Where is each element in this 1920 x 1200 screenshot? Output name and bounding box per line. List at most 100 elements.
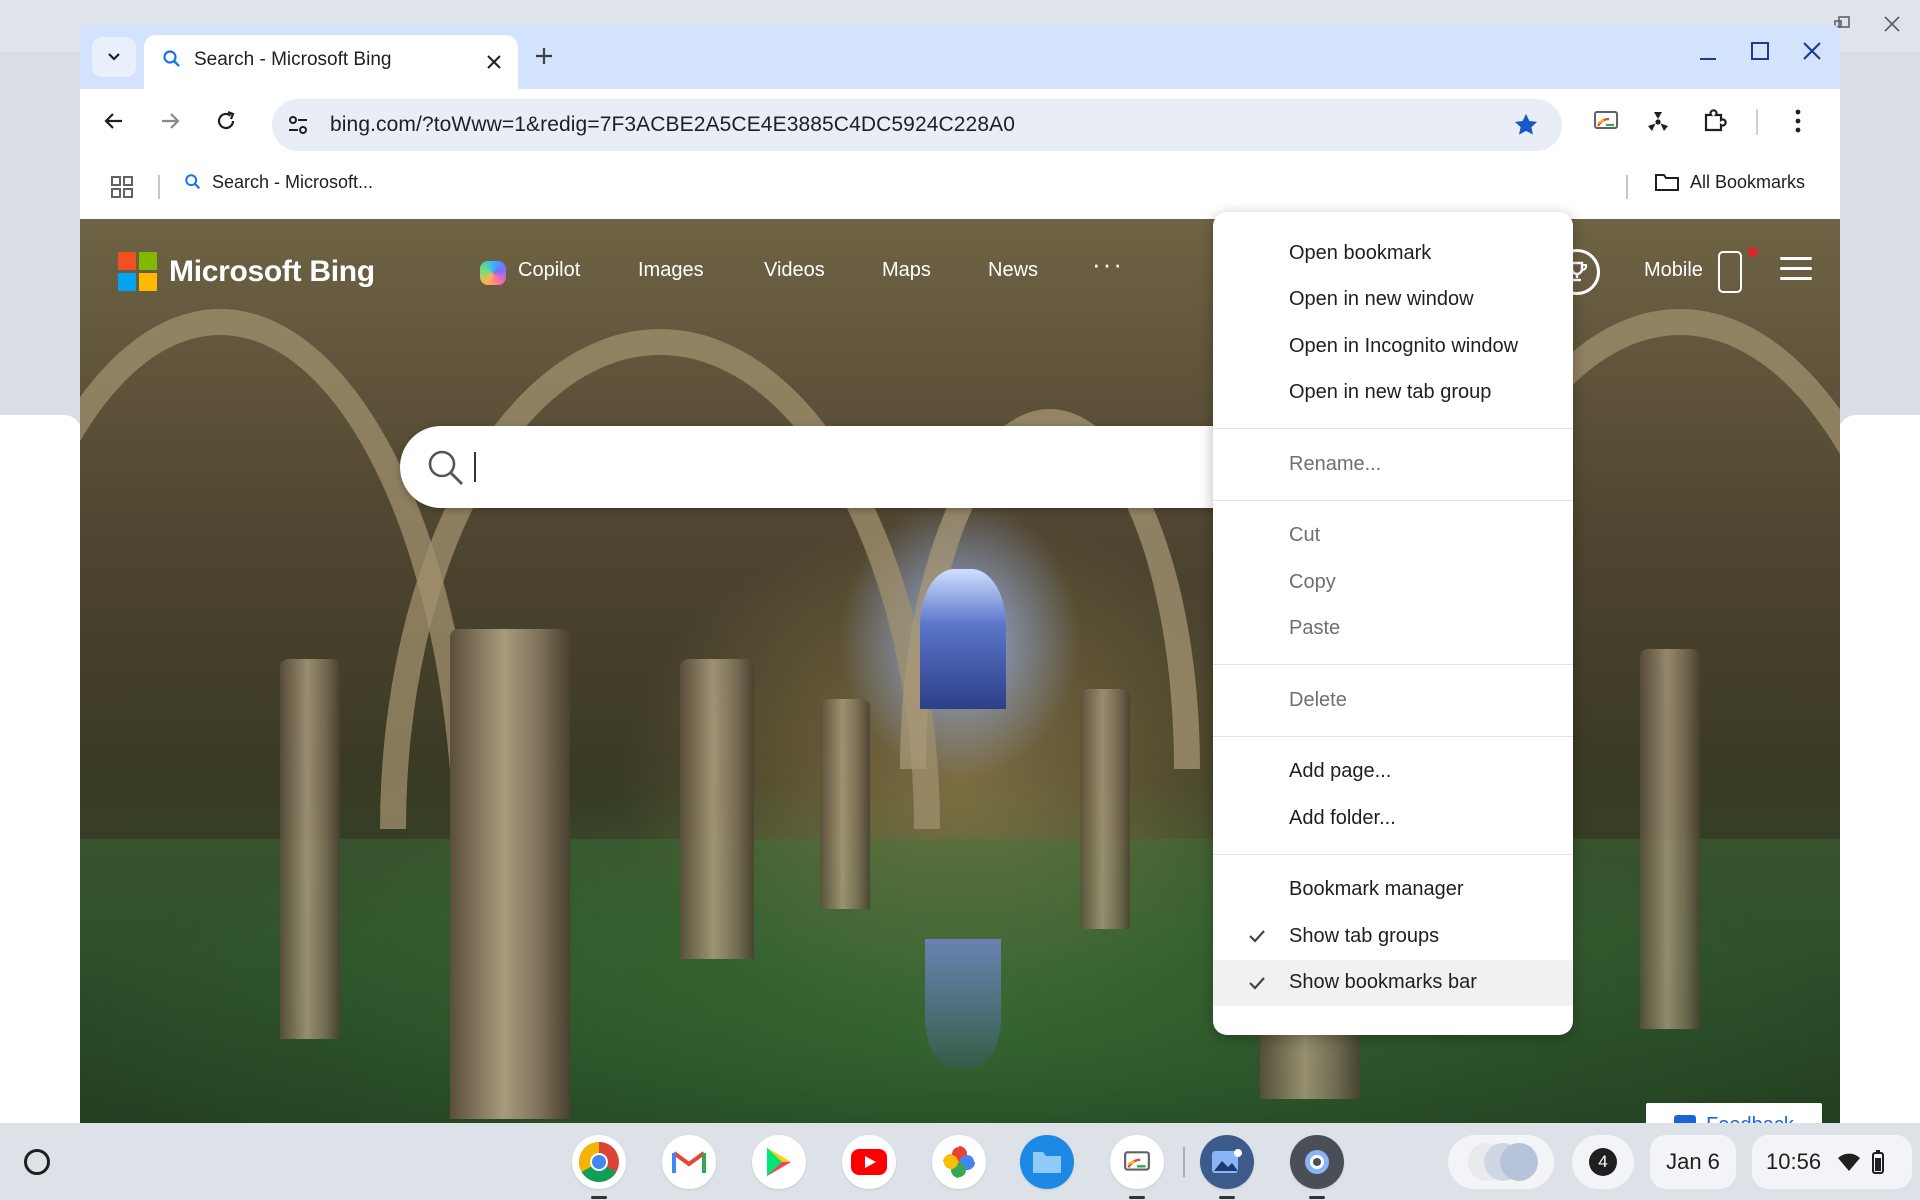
shelf-app-gallery[interactable] <box>1200 1135 1254 1199</box>
nav-more[interactable]: ··· <box>1092 249 1124 280</box>
screen-share-icon <box>1594 111 1618 129</box>
gallery-icon <box>1212 1149 1242 1173</box>
menu-divider <box>1213 664 1573 665</box>
menu-item-rename[interactable]: Rename... <box>1213 441 1573 488</box>
notification-dot <box>1748 247 1758 257</box>
all-bookmarks-button[interactable]: All Bookmarks <box>1654 172 1805 193</box>
background-pillar <box>680 659 754 959</box>
search-icon <box>428 450 463 485</box>
background-window-light <box>920 569 1006 709</box>
page-content: Microsoft Bing Copilot Images Videos Map… <box>80 219 1840 1123</box>
shelf-app-play-store[interactable] <box>752 1135 806 1189</box>
bookmarks-bar: Search - Microsoft... All Bookmarks <box>80 153 1840 219</box>
menu-item-delete[interactable]: Delete <box>1213 677 1573 724</box>
bookmarks-divider-right <box>1626 175 1628 199</box>
running-indicator <box>591 1196 607 1199</box>
play-store-icon <box>767 1148 791 1176</box>
menu-item-open-new-window[interactable]: Open in new window <box>1213 277 1573 324</box>
site-info-icon[interactable] <box>286 113 310 137</box>
feedback-button[interactable]: Feedback <box>1646 1103 1822 1123</box>
menu-item-open-incognito[interactable]: Open in Incognito window <box>1213 323 1573 370</box>
copilot-icon[interactable] <box>480 261 506 285</box>
hamburger-menu-icon[interactable] <box>1780 257 1812 281</box>
arrow-right-icon <box>162 113 180 129</box>
notification-count: 4 <box>1589 1148 1617 1176</box>
menu-item-open-tab-group[interactable]: Open in new tab group <box>1213 370 1573 417</box>
mobile-phone-icon[interactable] <box>1718 251 1742 293</box>
date-tray[interactable]: Jan 6 <box>1650 1135 1736 1189</box>
folder-icon <box>1033 1152 1061 1173</box>
shelf-app-files[interactable] <box>1020 1135 1074 1189</box>
launcher-button[interactable] <box>24 1149 50 1175</box>
bing-logo-text: Microsoft Bing <box>169 254 375 288</box>
forward-button[interactable] <box>154 105 186 137</box>
nav-images[interactable]: Images <box>638 259 704 282</box>
menu-divider <box>1213 735 1573 737</box>
shelf-app-chrome[interactable] <box>572 1135 626 1199</box>
browser-window: Search - Microsoft Bing bing.com/?toWww=… <box>80 25 1840 1123</box>
extension-fan-button[interactable] <box>1642 105 1674 137</box>
tab-search-button[interactable] <box>92 37 136 77</box>
bookmark-search-microsoft[interactable]: Search - Microsoft... <box>184 172 373 193</box>
address-bar[interactable]: bing.com/?toWww=1&redig=7F3ACBE2A5CE4E38… <box>272 99 1562 151</box>
menu-divider <box>1213 428 1573 429</box>
status-tray[interactable]: 10:56 <box>1752 1135 1912 1189</box>
chrome-icon <box>579 1142 619 1182</box>
menu-item-add-folder[interactable]: Add folder... <box>1213 795 1573 842</box>
bookmark-context-menu: Open bookmark Open in new window Open in… <box>1213 212 1573 1035</box>
nav-videos[interactable]: Videos <box>764 259 825 282</box>
menu-item-copy[interactable]: Copy <box>1213 559 1573 606</box>
close-icon <box>1803 42 1821 60</box>
desk-close-icon[interactable] <box>1882 14 1902 40</box>
nav-copilot[interactable]: Copilot <box>518 259 580 282</box>
menu-item-add-page[interactable]: Add page... <box>1213 749 1573 796</box>
menu-divider <box>1213 499 1573 501</box>
nav-maps[interactable]: Maps <box>882 259 931 282</box>
shelf-app-gmail[interactable] <box>662 1135 716 1189</box>
menu-item-cut[interactable]: Cut <box>1213 513 1573 560</box>
close-icon[interactable] <box>486 54 502 70</box>
maximize-button[interactable] <box>1748 39 1772 68</box>
window-close-button[interactable] <box>1800 39 1824 68</box>
apps-shortcut[interactable] <box>110 175 134 204</box>
cast-button[interactable] <box>1590 105 1622 137</box>
tab-active[interactable]: Search - Microsoft Bing <box>144 35 518 89</box>
menu-item-open-bookmark[interactable]: Open bookmark <box>1213 230 1573 277</box>
desktop-panel-right <box>1838 415 1920 1123</box>
new-tab-button[interactable] <box>534 42 554 72</box>
menu-item-paste[interactable]: Paste <box>1213 606 1573 653</box>
feedback-label: Feedback <box>1706 1114 1794 1124</box>
menu-item-show-tab-groups[interactable]: Show tab groups <box>1213 913 1573 960</box>
reload-button[interactable] <box>210 105 242 137</box>
bing-logo[interactable]: Microsoft Bing <box>118 252 375 291</box>
fan-icon <box>1648 112 1668 131</box>
background-pillar <box>1080 689 1130 929</box>
shelf-app-youtube[interactable] <box>842 1135 896 1189</box>
bookmark-label: Search - Microsoft... <box>212 172 374 192</box>
extensions-button[interactable] <box>1698 105 1730 137</box>
background-pillar <box>280 659 340 1039</box>
tab-title: Search - Microsoft Bing <box>194 49 392 70</box>
all-bookmarks-label: All Bookmarks <box>1690 172 1806 192</box>
shelf-app-screencast[interactable] <box>1110 1135 1164 1199</box>
menu-button[interactable] <box>1782 105 1814 137</box>
checkmark-icon <box>1249 930 1265 943</box>
desktop-panel-left <box>0 415 82 1123</box>
holding-space-tray[interactable] <box>1448 1135 1554 1189</box>
minimize-button[interactable] <box>1696 39 1720 68</box>
gear-icon <box>1305 1150 1329 1174</box>
notification-tray[interactable]: 4 <box>1572 1135 1634 1189</box>
menu-item-bookmark-manager[interactable]: Bookmark manager <box>1213 867 1573 914</box>
menu-item-show-bookmarks-bar[interactable]: Show bookmarks bar <box>1213 959 1573 1006</box>
minimize-icon <box>1700 58 1716 60</box>
nav-news[interactable]: News <box>988 259 1038 282</box>
background-pillar <box>820 699 870 909</box>
background-pillar <box>1640 649 1700 1029</box>
thumbnail-previews-icon <box>1468 1143 1538 1181</box>
mobile-label[interactable]: Mobile <box>1644 259 1703 282</box>
back-button[interactable] <box>98 105 130 137</box>
star-icon[interactable] <box>1512 111 1540 139</box>
microsoft-logo-icon <box>118 252 157 291</box>
shelf-app-settings[interactable] <box>1290 1135 1344 1199</box>
shelf-app-photos[interactable] <box>932 1135 986 1189</box>
